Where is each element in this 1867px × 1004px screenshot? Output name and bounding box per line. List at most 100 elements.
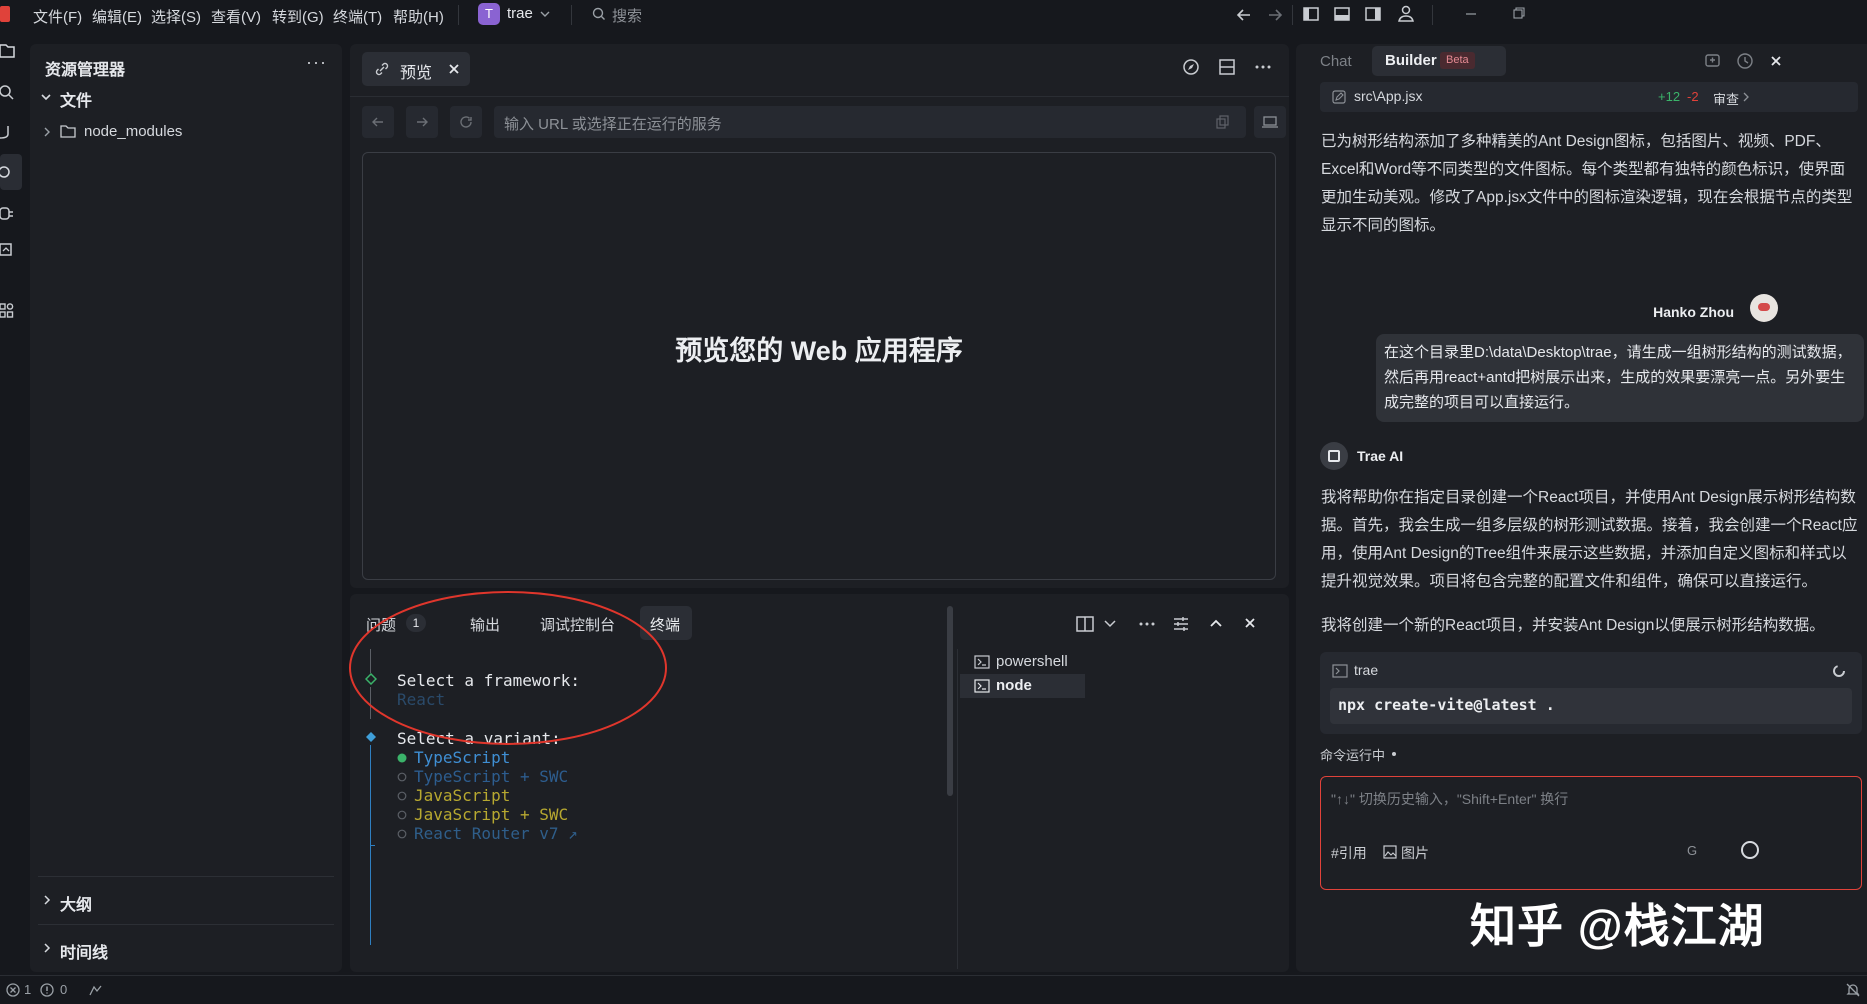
tab-builder[interactable]: Builder Beta [1372,46,1506,76]
compass-icon[interactable] [1182,58,1200,76]
nav-back-button[interactable] [362,106,394,138]
history-icon[interactable] [1736,52,1754,70]
tab-preview[interactable]: 预览 [362,52,470,86]
minimize-icon[interactable] [1463,6,1479,22]
preview-panel: 预览 输入 URL 或选择正在运行的服务 预览您的 Web 应用程序 [350,44,1289,588]
image-icon[interactable] [1383,845,1397,859]
menu-help[interactable]: 帮助(H) [393,6,444,27]
timeline-section-label: 时间线 [60,945,109,962]
new-chat-icon[interactable] [1704,52,1722,70]
variant-option-javascript[interactable]: JavaScript [390,786,690,806]
menu-file[interactable]: 文件(F) [33,6,82,27]
preview-link-icon [0,166,10,178]
open-external-button[interactable] [1254,106,1286,138]
toggle-bottom-panel-icon[interactable] [1333,5,1351,23]
search-box[interactable]: 搜索 [590,4,710,26]
split-view-icon[interactable] [1218,58,1236,76]
source-control-icon[interactable] [0,124,16,142]
image-button-label[interactable]: 图片 [1401,843,1429,863]
menu-view[interactable]: 查看(V) [211,6,261,27]
terminal-output[interactable]: Select a framework: React Select a varia… [360,649,1000,969]
tab-terminal-label: 终端 [650,617,681,634]
chevron-right-icon [44,895,51,905]
tab-terminal[interactable]: 终端 [640,606,692,640]
title-bar: 文件(F) 编辑(E) 选择(S) 查看(V) 转到(G) 终端(T) 帮助(H… [0,0,1867,30]
toggle-left-panel-icon[interactable] [1302,5,1320,23]
tab-output[interactable]: 输出 [470,614,500,635]
diamond-filled-icon [366,732,376,742]
terminal-command-card[interactable]: trae npx create-vite@latest . [1320,652,1862,734]
tab-problems-label: 问题 [366,617,397,634]
preview-placeholder-title: 预览您的 Web 应用程序 [675,336,963,366]
remote-icon[interactable] [0,242,16,260]
ai-chat-panel: Chat Builder Beta src\App.jsx +12 -2 审查 … [1296,44,1867,972]
menu-terminal[interactable]: 终端(T) [333,6,382,27]
more-icon[interactable] [1138,616,1156,632]
preview-view-active[interactable] [0,154,22,190]
reload-button[interactable] [450,106,482,138]
tab-problems[interactable]: 问题 1 [360,606,436,640]
split-terminal-icon[interactable] [1076,616,1094,632]
terminal-list-label: powershell [996,653,1068,670]
folder-icon [60,125,76,138]
running-dot [1392,752,1396,756]
model-selector[interactable]: G [1687,843,1697,858]
variant-option-typescript-swc[interactable]: TypeScript + SWC [390,767,690,787]
file-change-row[interactable]: src\App.jsx +12 -2 审查 [1320,82,1858,112]
terminal-list-node[interactable]: node [960,674,1085,698]
tab-builder-label: Builder [1385,52,1437,69]
tree-item-folder[interactable]: node_modules [40,122,330,144]
forward-arrow-icon[interactable] [1266,6,1284,24]
reference-button[interactable]: #引用 [1331,843,1367,863]
debug-icon[interactable] [0,204,16,222]
nav-forward-button[interactable] [406,106,438,138]
device-icon [1262,116,1278,128]
variant-option-react-router[interactable]: React Router v7 ↗ [390,824,690,844]
more-icon[interactable] [1254,58,1272,76]
variant-option-typescript[interactable]: TypeScript [390,748,690,768]
url-input[interactable]: 输入 URL 或选择正在运行的服务 [494,106,1246,138]
account-icon[interactable] [1397,4,1415,24]
restore-icon[interactable] [1511,5,1527,21]
explorer-sidebar: 资源管理器 ··· 文件 node_modules 大纲 时间线 [30,44,342,972]
close-icon[interactable] [1770,55,1782,67]
warning-icon[interactable] [40,983,54,997]
tab-debug-console[interactable]: 调试控制台 [540,614,615,635]
toggle-right-panel-icon[interactable] [1364,5,1382,23]
back-arrow-icon[interactable] [1235,6,1253,24]
scrollbar-thumb[interactable] [947,606,953,796]
chevron-down-icon[interactable] [1104,619,1116,629]
terminal-icon [1332,664,1348,678]
chat-input[interactable]: "↑↓" 切换历史输入，"Shift+Enter" 换行 #引用 图片 G [1320,776,1862,890]
explorer-icon[interactable] [0,42,16,60]
bottom-panel: 问题 1 输出 调试控制台 终端 Select a framework: Rea… [349,591,1289,972]
remote-share-icon[interactable] [88,983,104,997]
files-section-header[interactable]: 文件 [40,86,330,110]
close-icon[interactable] [448,63,460,75]
menu-selection[interactable]: 选择(S) [151,6,201,27]
notifications-off-icon[interactable] [1845,982,1861,998]
outline-section-header[interactable]: 大纲 [40,889,330,914]
timeline-section-header[interactable]: 时间线 [40,937,330,962]
error-icon[interactable] [6,983,20,997]
project-switcher[interactable]: T trae [478,3,558,27]
warning-count: 0 [60,982,68,997]
ai-message-2: 我将帮助你在指定目录创建一个React项目，并使用Ant Design展示树形结… [1321,489,1858,590]
copy-icon[interactable] [1216,115,1230,129]
settings-sliders-icon[interactable] [1172,615,1190,633]
radio-selected-icon [397,753,407,763]
menu-go[interactable]: 转到(G) [272,6,324,27]
variant-option-javascript-swc[interactable]: JavaScript + SWC [390,805,690,825]
maximize-panel-icon[interactable] [1210,618,1222,628]
extensions-icon[interactable] [0,302,16,320]
ai-name: Trae AI [1357,448,1404,464]
tree-item-label: node_modules [84,123,183,140]
send-button[interactable] [1741,841,1759,859]
review-button[interactable]: 审查 [1713,89,1739,108]
tab-chat[interactable]: Chat [1320,53,1352,70]
search-view-icon[interactable] [0,84,16,102]
close-panel-icon[interactable] [1244,617,1256,629]
menu-edit[interactable]: 编辑(E) [92,6,142,27]
sidebar-more-button[interactable]: ··· [306,52,327,73]
terminal-list-powershell[interactable]: powershell [960,650,1085,674]
